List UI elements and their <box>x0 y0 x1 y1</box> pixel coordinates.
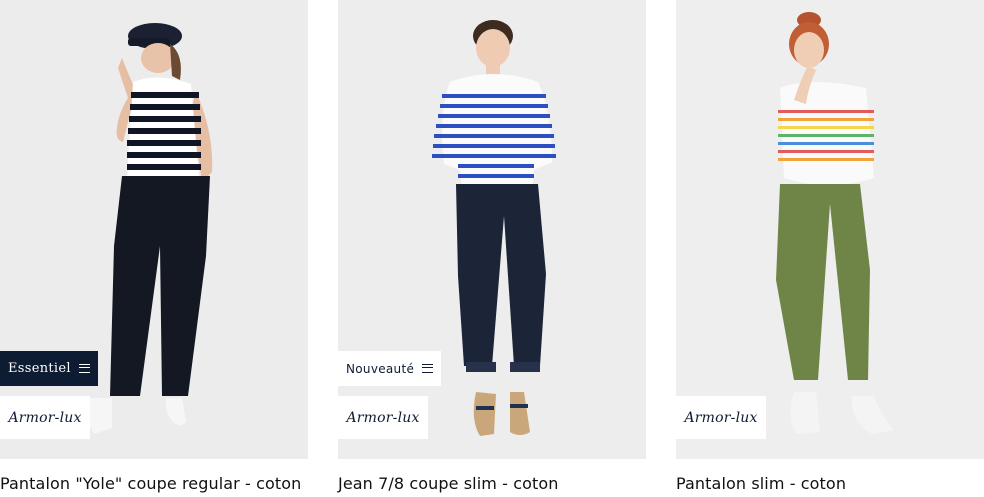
product-title[interactable]: Pantalon "Yole" coupe regular - coton <box>0 474 301 493</box>
menu-icon <box>78 364 90 373</box>
product-card[interactable]: Armor-lux Pantalon slim - coton <box>676 0 984 497</box>
product-card[interactable]: Nouveauté Armor-lux Jean 7/8 coupe slim … <box>338 0 646 497</box>
brand-logo: Armor-lux <box>338 396 428 439</box>
product-card[interactable]: Essentiel Armor-lux Pantalon "Yole" coup… <box>0 0 308 497</box>
badge-essentiel[interactable]: Essentiel <box>0 351 98 386</box>
brand-logo: Armor-lux <box>676 396 766 439</box>
product-grid: Essentiel Armor-lux Pantalon "Yole" coup… <box>0 0 984 497</box>
badge-label: Essentiel <box>8 361 71 376</box>
product-image[interactable]: Essentiel Armor-lux <box>0 0 308 459</box>
menu-icon <box>422 364 434 373</box>
product-title[interactable]: Pantalon slim - coton <box>676 474 846 493</box>
badge-nouveaute[interactable]: Nouveauté <box>338 351 442 386</box>
product-title[interactable]: Jean 7/8 coupe slim - coton <box>338 474 559 493</box>
badge-label: Nouveauté <box>346 361 415 376</box>
product-image[interactable]: Nouveauté Armor-lux <box>338 0 646 459</box>
product-image[interactable]: Armor-lux <box>676 0 984 459</box>
brand-logo: Armor-lux <box>0 396 90 439</box>
